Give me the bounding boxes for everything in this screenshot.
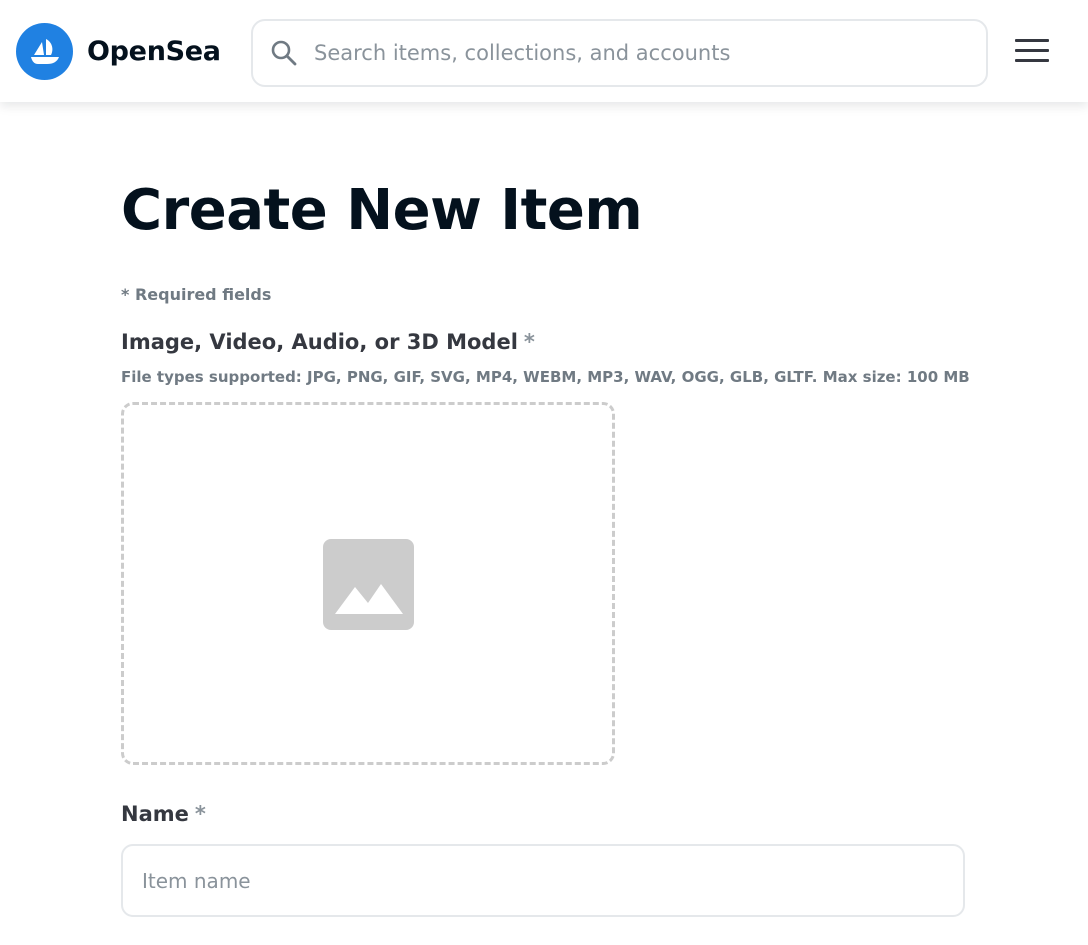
search-bar[interactable] [251, 19, 988, 87]
item-name-input[interactable] [121, 844, 965, 917]
hamburger-menu-button[interactable] [1011, 35, 1055, 69]
name-field-label: Name * [121, 802, 206, 826]
required-asterisk: * [523, 330, 535, 354]
media-label-text: Image, Video, Audio, or 3D Model [121, 330, 518, 354]
page-title: Create New Item [121, 178, 643, 243]
brand-name: OpenSea [87, 35, 221, 67]
search-icon [271, 40, 297, 66]
media-upload-dropzone[interactable] [121, 402, 615, 765]
opensea-logo-link[interactable]: OpenSea [16, 22, 221, 80]
opensea-logo-icon [16, 22, 73, 80]
required-fields-note: * Required fields [121, 285, 272, 304]
required-asterisk: * [194, 802, 206, 826]
menu-icon-bar [1015, 59, 1049, 62]
search-input[interactable] [314, 41, 954, 65]
name-label-text: Name [121, 802, 189, 826]
file-types-hint: File types supported: JPG, PNG, GIF, SVG… [121, 368, 970, 386]
menu-icon-bar [1015, 49, 1049, 52]
top-navbar: OpenSea [0, 0, 1088, 102]
media-field-label: Image, Video, Audio, or 3D Model * [121, 330, 535, 354]
image-placeholder-icon [323, 539, 414, 630]
menu-icon-bar [1015, 39, 1049, 42]
